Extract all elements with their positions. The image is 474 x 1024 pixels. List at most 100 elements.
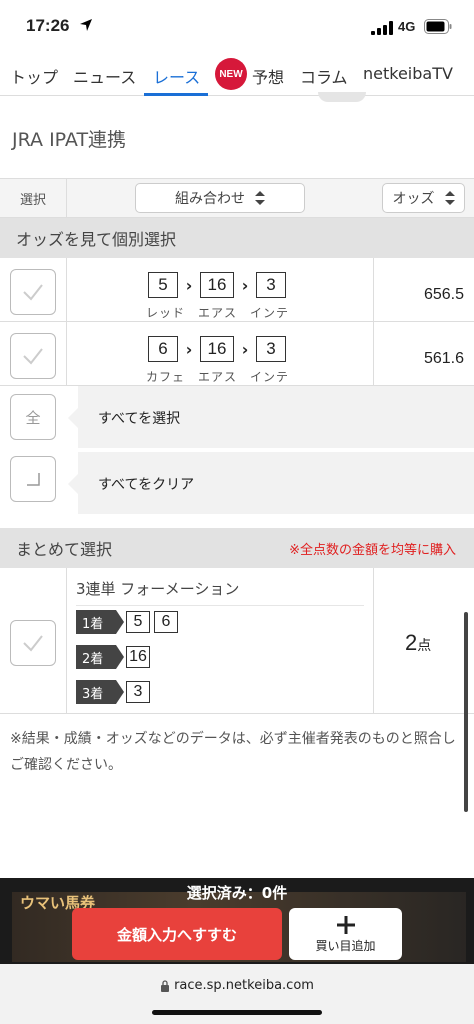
column-divider <box>373 258 374 321</box>
horse-number: 3 <box>256 272 286 298</box>
combination: 6 › 16 › 3 <box>148 336 286 362</box>
place-label: 2着 <box>76 645 124 669</box>
sort-icon <box>444 191 455 205</box>
table-header: 選択 組み合わせ オッズ <box>0 178 474 218</box>
select-column-header: 選択 <box>0 179 67 217</box>
chevron-right-icon: › <box>241 339 249 359</box>
tab-top[interactable]: トップ <box>10 64 58 88</box>
combination: 5 › 16 › 3 <box>148 272 286 298</box>
horse-number: 16 <box>200 336 234 362</box>
select-all-panel[interactable]: すべてを選択 <box>68 386 474 448</box>
tab-netkeibatv[interactable]: netkeibaTV <box>363 64 453 83</box>
horse-number: 3 <box>256 336 286 362</box>
lock-icon <box>161 979 170 992</box>
place-label: 1着 <box>76 610 124 634</box>
column-divider <box>373 322 374 385</box>
toggle-switch[interactable] <box>318 92 366 102</box>
browser-url-bar: race.sp.netkeiba.com <box>0 964 474 1024</box>
chevron-right-icon: › <box>185 339 193 359</box>
horse-name: エアス <box>198 306 238 320</box>
horse-number: 3 <box>126 681 150 703</box>
horse-number: 16 <box>200 272 234 298</box>
scrollbar[interactable] <box>464 612 468 812</box>
horse-number: 16 <box>126 646 150 668</box>
row-checkbox[interactable] <box>10 269 56 315</box>
horse-name: インテ <box>250 370 290 384</box>
column-divider <box>66 258 67 321</box>
url-text: race.sp.netkeiba.com <box>174 978 314 993</box>
disclaimer-text: ※結果・成績・オッズなどのデータは、必ず主催者発表のものと照合しご確認ください。 <box>10 731 456 773</box>
tab-prediction[interactable]: 予想 <box>252 64 284 88</box>
combination-sort-label: 組み合わせ <box>175 191 245 207</box>
clear-icon <box>27 473 40 486</box>
clear-all-label: すべてをクリア <box>98 477 195 493</box>
add-bet-label: 買い目追加 <box>315 938 376 953</box>
horse-number: 5 <box>126 611 150 633</box>
place-row-2nd: 2着 16 <box>76 645 150 669</box>
column-divider <box>66 322 67 385</box>
checkmark-icon <box>23 635 43 652</box>
selected-count: 選択済み：0件 <box>186 884 288 902</box>
proceed-to-amount-button[interactable]: 金額入力へすすむ <box>72 908 282 960</box>
column-divider <box>373 568 374 713</box>
network-type: 4G <box>398 19 416 34</box>
add-bet-button[interactable]: 買い目追加 <box>289 908 402 960</box>
column-divider <box>66 568 67 713</box>
select-all-button[interactable]: 全 <box>10 394 56 440</box>
horse-name: レッド <box>146 306 186 320</box>
tab-race[interactable]: レース <box>153 64 200 88</box>
horse-number: 6 <box>148 336 178 362</box>
active-tab-indicator <box>144 93 208 96</box>
formation-title: 3連単 フォーメーション <box>76 578 364 606</box>
place-label: 3着 <box>76 680 124 704</box>
tab-column[interactable]: コラム <box>300 64 348 88</box>
odds-value: 656.5 <box>423 286 464 303</box>
tab-news[interactable]: ニュース <box>73 64 136 88</box>
horse-names: カフェ エアス インテ <box>146 368 289 385</box>
address-field[interactable]: race.sp.netkeiba.com <box>0 978 474 993</box>
horse-name: エアス <box>198 370 238 384</box>
row-checkbox[interactable] <box>10 333 56 379</box>
chevron-right-icon: › <box>241 275 249 295</box>
odds-sort-label: オッズ <box>392 191 435 207</box>
formation-checkbox[interactable] <box>10 620 56 666</box>
status-bar: 17:26 4G <box>0 0 474 56</box>
table-row: 5 › 16 › 3 レッド エアス インテ 656.5 <box>0 258 474 322</box>
main-nav: トップ ニュース レース NEW 予想 コラム netkeibaTV <box>0 56 474 96</box>
horse-number: 5 <box>148 272 178 298</box>
bet-count-value: 2 <box>405 630 418 655</box>
select-all-row: 全 すべてを選択 <box>0 386 474 452</box>
individual-select-band: オッズを見て個別選択 <box>0 218 474 258</box>
equal-purchase-note: ※全点数の金額を均等に購入 <box>289 542 456 558</box>
clear-all-panel[interactable]: すべてをクリア <box>68 452 474 514</box>
odds-sort-button[interactable]: オッズ <box>382 183 465 213</box>
table-row: 6 › 16 › 3 カフェ エアス インテ 561.6 <box>0 322 474 386</box>
horse-names: レッド エアス インテ <box>146 304 289 321</box>
battery-icon <box>424 19 452 34</box>
sort-icon <box>255 191 265 205</box>
formation-row: 3連単 フォーメーション 1着 5 6 2着 16 3着 3 2点 <box>0 568 474 714</box>
chevron-right-icon: › <box>185 275 193 295</box>
checkmark-icon <box>23 348 43 365</box>
clear-all-button[interactable] <box>10 456 56 502</box>
horse-name: カフェ <box>146 370 186 384</box>
bulk-select-label: まとめて選択 <box>16 540 113 559</box>
odds-value: 561.6 <box>423 350 464 367</box>
home-indicator[interactable] <box>152 1010 322 1015</box>
plus-icon <box>336 915 355 934</box>
bet-count: 2点 <box>405 630 431 656</box>
new-badge: NEW <box>215 58 247 90</box>
select-all-label: すべてを選択 <box>98 411 181 427</box>
combination-sort-button[interactable]: 組み合わせ <box>135 183 305 213</box>
bet-count-unit: 点 <box>417 637 432 653</box>
place-row-3rd: 3着 3 <box>76 680 150 704</box>
status-time: 17:26 <box>26 16 70 35</box>
horse-name: インテ <box>250 306 290 320</box>
bottom-action-bar: ウマい馬券 選択済み：0件 金額入力へすすむ 買い目追加 <box>0 878 474 964</box>
signal-bars-icon <box>371 21 393 35</box>
place-row-1st: 1着 5 6 <box>76 610 178 634</box>
page-title: JRA IPAT連携 <box>12 129 127 151</box>
checkmark-icon <box>23 284 43 301</box>
bulk-select-band: まとめて選択 ※全点数の金額を均等に購入 <box>0 528 474 568</box>
location-arrow-icon <box>80 19 92 31</box>
